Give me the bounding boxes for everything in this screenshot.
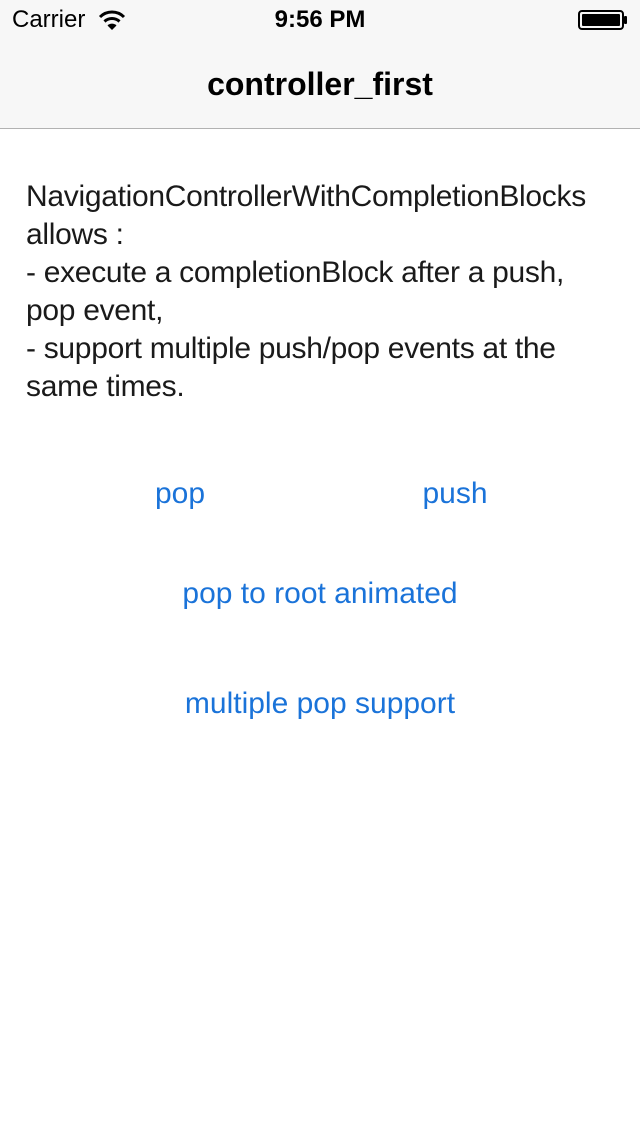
navigation-bar: controller_first <box>0 40 640 129</box>
status-time: 9:56 PM <box>274 6 366 33</box>
nav-title: controller_first <box>207 66 433 102</box>
pop-to-root-animated-button[interactable]: pop to root animated <box>120 576 520 612</box>
multiple-pop-support-button[interactable]: multiple pop support <box>120 686 520 722</box>
status-bar: Carrier 9:56 PM <box>0 0 640 40</box>
pop-button[interactable]: pop <box>120 476 240 512</box>
battery-full-icon <box>578 10 628 30</box>
push-button[interactable]: push <box>395 476 515 512</box>
description-text: NavigationControllerWithCompletionBlocks… <box>26 180 586 403</box>
